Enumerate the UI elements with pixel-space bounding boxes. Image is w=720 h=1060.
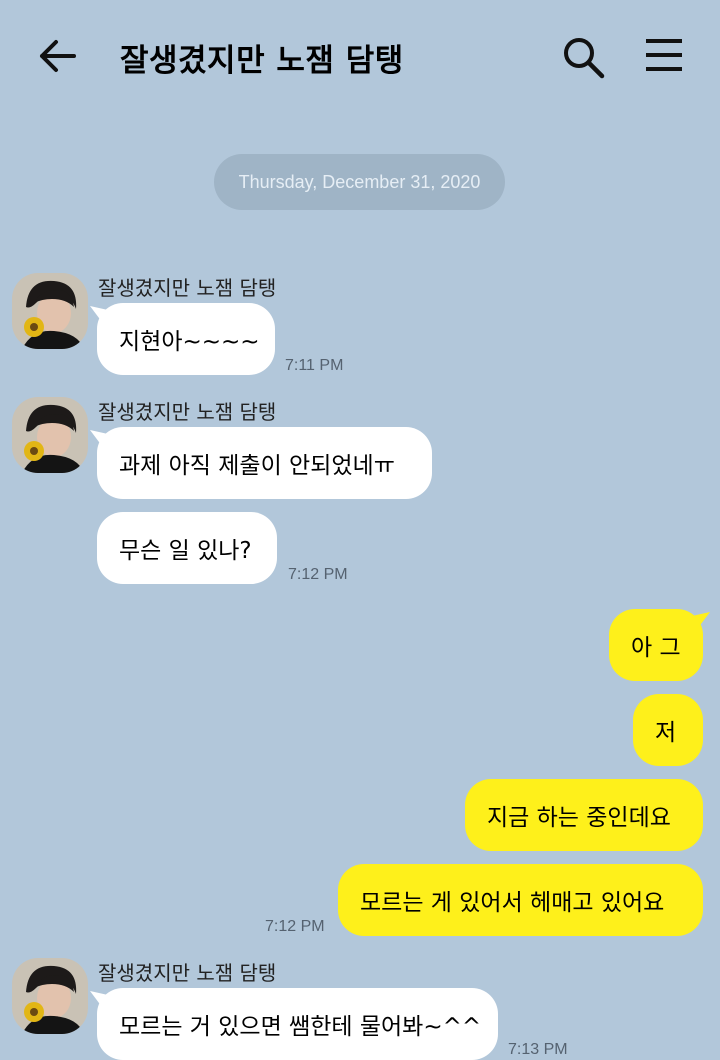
message-bubble-incoming[interactable]: 지현아~~~~ [97, 303, 275, 375]
arrow-left-icon [40, 40, 76, 72]
sender-name: 잘생겼지만 노잼 담탱 [98, 276, 277, 300]
avatar[interactable] [12, 958, 88, 1034]
chat-header: 잘생겼지만 노잼 담탱 [0, 0, 720, 112]
message-time: 7:11 PM [285, 357, 344, 374]
sender-name: 잘생겼지만 노잼 담탱 [98, 961, 277, 985]
message-bubble-incoming[interactable]: 모르는 거 있으면 쌤한테 물어봐~^^ [97, 988, 498, 1060]
message-bubble-incoming[interactable]: 과제 아직 제출이 안되었네ㅠ [97, 427, 432, 499]
message-time: 7:13 PM [508, 1041, 568, 1058]
message-bubble-outgoing[interactable]: 모르는 게 있어서 헤매고 있어요 [338, 864, 703, 936]
menu-button[interactable] [640, 34, 688, 78]
message-bubble-outgoing[interactable]: 저 [633, 694, 703, 766]
search-button[interactable] [560, 34, 608, 82]
message-bubble-outgoing[interactable]: 지금 하는 중인데요 [465, 779, 703, 851]
hamburger-menu-icon [646, 39, 682, 71]
date-divider: Thursday, December 31, 2020 [214, 154, 505, 210]
message-time: 7:12 PM [288, 566, 348, 583]
sender-name: 잘생겼지만 노잼 담탱 [98, 400, 277, 424]
back-button[interactable] [36, 36, 80, 76]
chat-title: 잘생겼지만 노잼 담탱 [120, 43, 404, 79]
message-bubble-incoming[interactable]: 무슨 일 있나? [97, 512, 277, 584]
message-bubble-outgoing[interactable]: 아 그 [609, 609, 703, 681]
search-icon [564, 38, 605, 79]
avatar[interactable] [12, 273, 88, 349]
message-time: 7:12 PM [265, 918, 325, 935]
avatar[interactable] [12, 397, 88, 473]
